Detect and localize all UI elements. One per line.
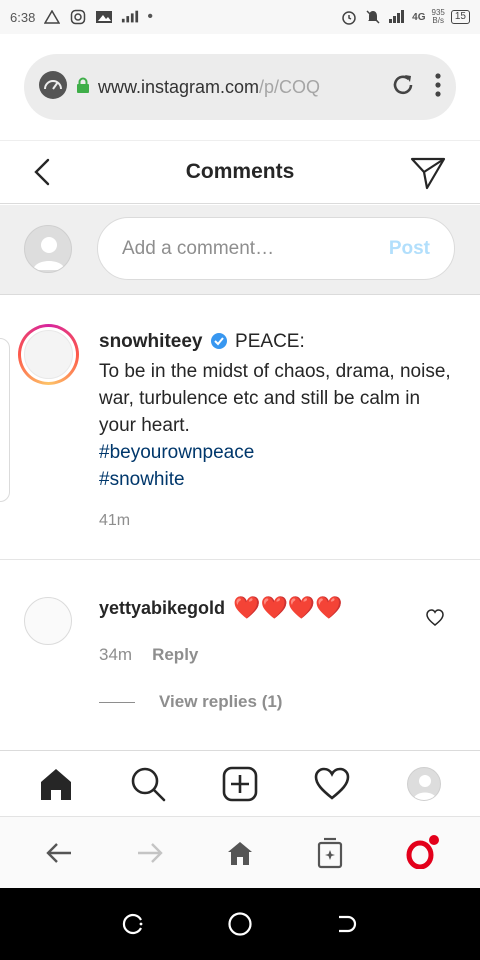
- page-title: Comments: [185, 160, 295, 183]
- browser-toolbar: [0, 816, 480, 888]
- menu-icon[interactable]: [434, 72, 442, 103]
- profile-icon[interactable]: [404, 764, 444, 804]
- caption-text: snowhiteey PEACE: To be in the midst of …: [99, 328, 459, 493]
- comment-text: ❤️❤️❤️❤️: [233, 595, 343, 620]
- back-icon[interactable]: [333, 910, 361, 938]
- home-icon[interactable]: [220, 833, 260, 873]
- post-button[interactable]: Post: [389, 238, 430, 260]
- new-post-icon[interactable]: [220, 764, 260, 804]
- caption-username[interactable]: snowhiteey: [99, 331, 202, 352]
- opera-menu-icon[interactable]: [401, 833, 441, 873]
- recents-icon[interactable]: [119, 910, 147, 938]
- back-icon[interactable]: [28, 157, 58, 187]
- like-heart-icon[interactable]: [426, 609, 444, 627]
- instagram-icon: [69, 8, 87, 26]
- gallery-icon: [95, 8, 113, 26]
- net-speed-unit: B/s: [432, 16, 444, 25]
- current-user-avatar: [24, 225, 72, 273]
- address-bar[interactable]: www.instagram.com/p/COQ: [24, 54, 456, 120]
- comments-header: Comments: [0, 140, 480, 204]
- url-text[interactable]: www.instagram.com/p/COQ: [98, 77, 338, 98]
- mute-icon: [364, 8, 382, 26]
- forward-icon[interactable]: [130, 833, 170, 873]
- post-caption: snowhiteey PEACE: To be in the midst of …: [0, 296, 480, 560]
- status-time: 6:38: [10, 9, 36, 25]
- comment-input[interactable]: [122, 237, 389, 260]
- notification-dot: [428, 834, 439, 845]
- hashtag-link[interactable]: #beyourownpeace: [99, 439, 459, 466]
- direct-share-icon[interactable]: [410, 155, 446, 191]
- lock-icon: [76, 77, 90, 98]
- comment-timestamp: 34m: [99, 645, 133, 664]
- author-avatar[interactable]: [18, 324, 79, 385]
- back-icon[interactable]: [39, 833, 79, 873]
- side-panel-handle[interactable]: [0, 338, 10, 502]
- network-type: 4G: [412, 11, 426, 23]
- reply-button[interactable]: Reply: [152, 645, 198, 665]
- url-path: /p/COQ: [259, 76, 321, 97]
- home-icon[interactable]: [36, 764, 76, 804]
- status-bar: 6:38 • 4G 935 B/s 15: [0, 0, 480, 34]
- search-icon[interactable]: [128, 764, 168, 804]
- signal-icon: [388, 8, 406, 26]
- instagram-bottom-nav: [0, 750, 480, 816]
- activity-icon[interactable]: [312, 764, 352, 804]
- profile-avatar: [407, 766, 441, 801]
- commenter-username[interactable]: yettyabikegold: [99, 598, 225, 619]
- view-replies-button[interactable]: View replies (1): [99, 692, 282, 712]
- commenter-avatar[interactable]: [24, 597, 72, 645]
- caption-body-text: To be in the midst of chaos, drama, nois…: [99, 361, 451, 436]
- notification-dot: •: [147, 8, 153, 25]
- caption-first-line: PEACE:: [235, 331, 305, 352]
- alarm-icon: [340, 8, 358, 26]
- reload-icon[interactable]: [390, 72, 416, 103]
- url-domain: www.instagram.com: [98, 76, 260, 97]
- view-replies-divider: [99, 701, 135, 703]
- verified-badge-icon: [210, 331, 228, 358]
- comment-body: yettyabikegold ❤️❤️❤️❤️: [99, 595, 343, 621]
- system-nav-bar: [0, 888, 480, 960]
- speed-dial-icon[interactable]: [38, 70, 68, 105]
- hashtag-link[interactable]: #snowhite: [99, 466, 459, 493]
- comment-meta: 34m Reply: [99, 645, 198, 665]
- comment-field[interactable]: Post: [97, 217, 455, 280]
- home-icon[interactable]: [226, 910, 254, 938]
- view-replies-label: View replies (1): [159, 692, 283, 711]
- battery-indicator: 15: [450, 10, 470, 24]
- browser-bar: www.instagram.com/p/COQ: [0, 34, 480, 140]
- tabs-icon[interactable]: [310, 833, 350, 873]
- caption-timestamp: 41m: [99, 512, 131, 529]
- signal-icon: [121, 8, 139, 26]
- add-comment-bar: Post: [0, 205, 480, 295]
- net-speed: 935 B/s: [432, 9, 445, 25]
- comment-item: yettyabikegold ❤️❤️❤️❤️ 34m Reply View r…: [0, 561, 480, 751]
- alert-icon: [43, 8, 61, 26]
